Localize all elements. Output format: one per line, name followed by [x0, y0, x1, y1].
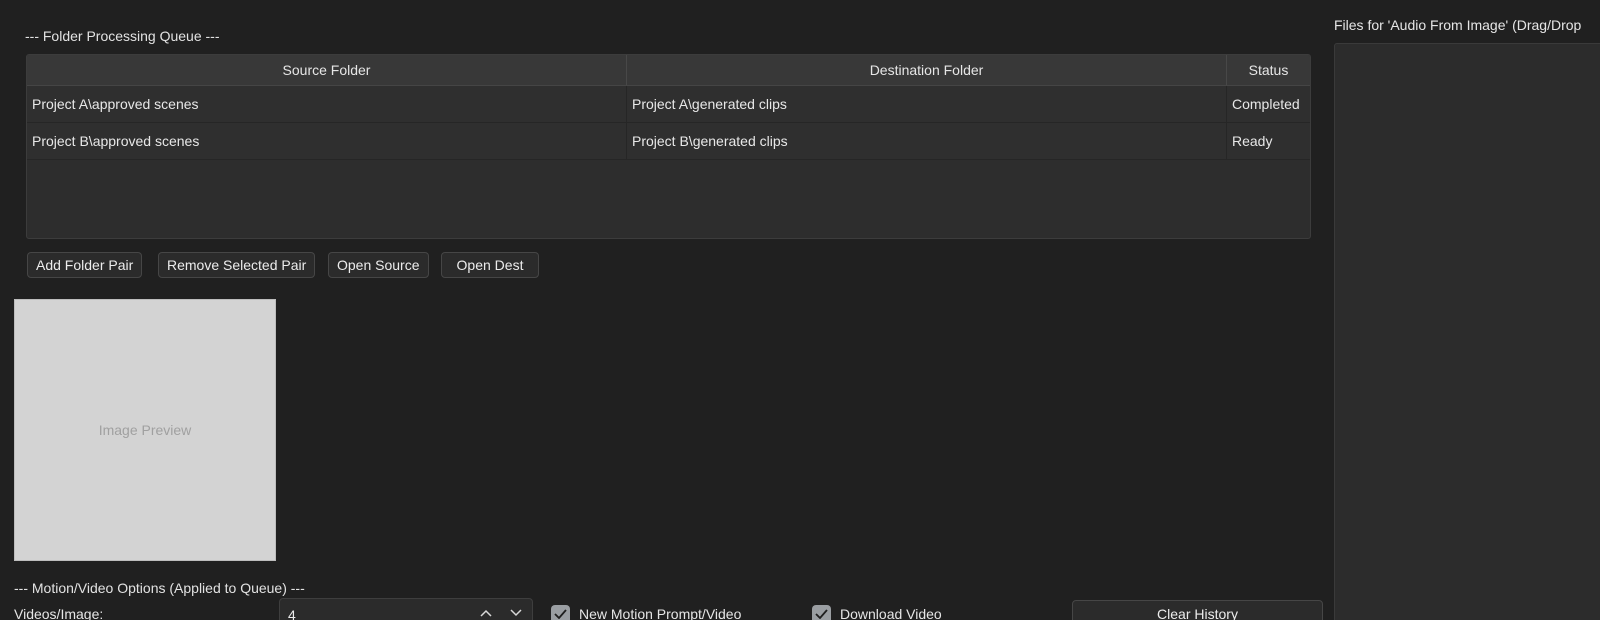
column-header-destination[interactable]: Destination Folder [627, 55, 1227, 85]
cell-status: Ready [1232, 133, 1273, 149]
chevron-down-icon[interactable] [508, 605, 524, 620]
remove-selected-pair-button[interactable]: Remove Selected Pair [158, 252, 316, 278]
motion-options-title: --- Motion/Video Options (Applied to Que… [14, 580, 305, 596]
add-folder-pair-button[interactable]: Add Folder Pair [27, 252, 143, 278]
checkmark-icon[interactable] [551, 604, 570, 620]
table-row[interactable]: Project B\approved scenes Project B\gene… [27, 123, 1310, 160]
videos-per-image-label: Videos/Image: [14, 606, 104, 620]
open-dest-button[interactable]: Open Dest [441, 252, 539, 278]
cell-source: Project A\approved scenes [27, 86, 627, 122]
clear-history-button[interactable]: Clear History [1072, 600, 1323, 620]
checkmark-icon[interactable] [812, 604, 831, 620]
table-row[interactable]: Project A\approved scenes Project A\gene… [27, 86, 1310, 123]
main-window: --- Folder Processing Queue --- Source F… [0, 0, 1600, 620]
audio-files-panel-title: Files for 'Audio From Image' (Drag/Drop [1334, 17, 1582, 33]
new-motion-prompt-checkbox[interactable]: New Motion Prompt/Video [551, 604, 741, 620]
download-video-label: Download Video [840, 606, 942, 620]
chevron-up-icon[interactable] [478, 605, 494, 620]
queue-section-title: --- Folder Processing Queue --- [25, 28, 220, 44]
audio-files-drop-zone[interactable] [1334, 43, 1600, 620]
column-header-source[interactable]: Source Folder [27, 55, 627, 85]
cell-destination: Project A\generated clips [627, 86, 1227, 122]
open-source-button[interactable]: Open Source [328, 252, 429, 278]
videos-per-image-spinbox[interactable]: 4 [279, 598, 533, 620]
image-preview: Image Preview [14, 299, 276, 561]
cell-destination: Project B\generated clips [627, 123, 1227, 159]
queue-table[interactable]: Source Folder Destination Folder Status … [26, 54, 1311, 239]
new-motion-prompt-label: New Motion Prompt/Video [579, 606, 742, 620]
download-video-checkbox[interactable]: Download Video [812, 604, 942, 620]
table-header: Source Folder Destination Folder Status [27, 55, 1310, 86]
column-header-status[interactable]: Status [1227, 55, 1310, 85]
cell-status: Completed [1232, 96, 1300, 112]
image-preview-placeholder: Image Preview [98, 422, 192, 438]
videos-per-image-value: 4 [288, 607, 296, 620]
cell-source: Project B\approved scenes [27, 123, 627, 159]
